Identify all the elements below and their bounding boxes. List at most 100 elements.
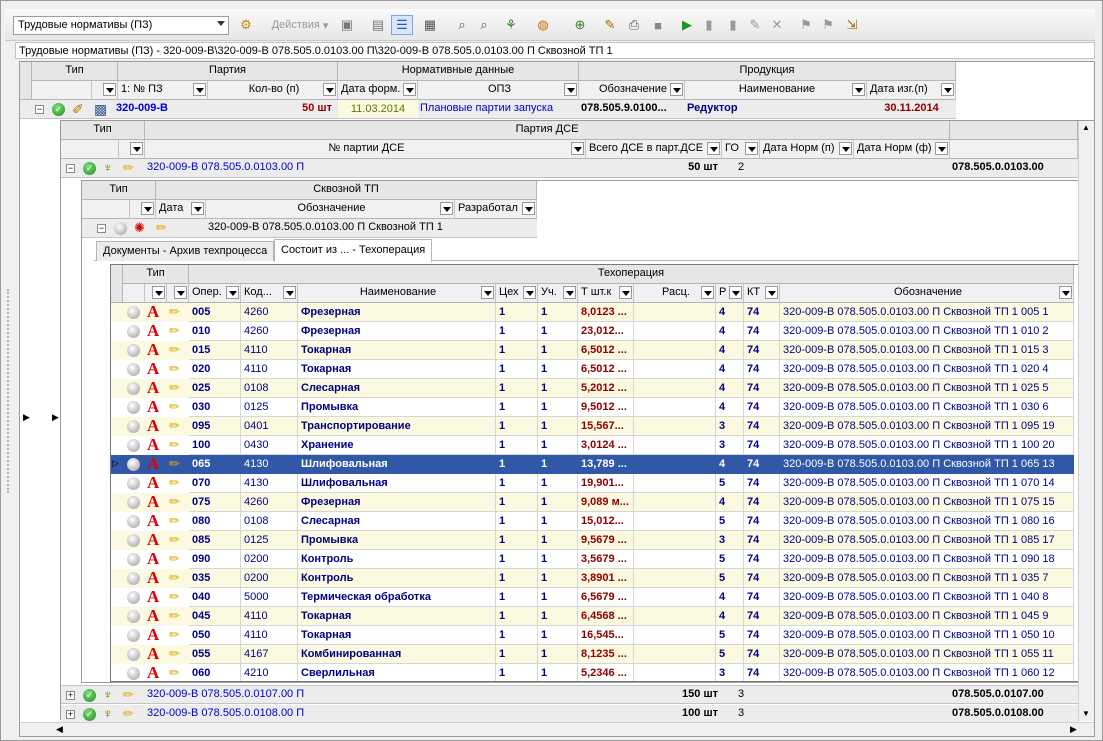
- op-cell-shop[interactable]: 1: [496, 417, 538, 436]
- op-cell-r[interactable]: 3: [716, 436, 744, 455]
- dse-filter-2[interactable]: [119, 140, 145, 159]
- op-cell-kt[interactable]: 74: [744, 360, 780, 379]
- op-cell-name[interactable]: Транспортирование: [298, 417, 496, 436]
- ops-col-calc[interactable]: Расц.: [634, 284, 716, 303]
- operation-row[interactable]: A ✏ 050 4110 Токарная 1 1 16,545... 5 74 320-009-В…: [111, 626, 1074, 645]
- tp-filter-2[interactable]: [130, 200, 156, 219]
- op-cell-name[interactable]: Шлифовальная: [298, 455, 496, 474]
- search-next-icon[interactable]: ⌕: [475, 15, 493, 35]
- op-cell-r[interactable]: 3: [716, 417, 744, 436]
- party-row[interactable]: − ✓ ✐ ▩ 320-009-В 50 шт 11.03.2014 Плано…: [20, 100, 956, 119]
- op-cell-name[interactable]: Промывка: [298, 398, 496, 417]
- op-cell-oper[interactable]: 035: [189, 569, 241, 588]
- op-cell-calc[interactable]: [634, 398, 716, 417]
- op-cell-oper[interactable]: 020: [189, 360, 241, 379]
- op-cell-t[interactable]: 6,5679 ...: [578, 588, 634, 607]
- ops-col-oper[interactable]: Опер.: [189, 284, 241, 303]
- operation-row[interactable]: A ✏ 025 0108 Слесарная 1 1 5,2012 ... 4 74 320-009…: [111, 379, 1074, 398]
- op-cell-r[interactable]: 4: [716, 455, 744, 474]
- op-cell-kt[interactable]: 74: [744, 322, 780, 341]
- op-cell-des[interactable]: 320-009-В 078.505.0.0103.00 П Сквозной Т…: [780, 626, 1074, 645]
- tab-documents[interactable]: Документы - Архив техпроцесса: [96, 241, 275, 261]
- op-cell-oper[interactable]: 065: [189, 455, 241, 474]
- op-cell-code[interactable]: 0200: [241, 569, 298, 588]
- exit-icon[interactable]: ⇲: [842, 15, 862, 35]
- op-cell-r[interactable]: 4: [716, 322, 744, 341]
- filter-qty[interactable]: Кол-во (п): [208, 81, 338, 100]
- op-cell-calc[interactable]: [634, 303, 716, 322]
- op-cell-calc[interactable]: [634, 626, 716, 645]
- vertical-scrollbar[interactable]: ▲ ▼: [1078, 121, 1094, 721]
- op-cell-oper[interactable]: 015: [189, 341, 241, 360]
- op-cell-calc[interactable]: [634, 588, 716, 607]
- op-cell-r[interactable]: 3: [716, 531, 744, 550]
- op-cell-sect[interactable]: 1: [538, 664, 578, 681]
- op-cell-name[interactable]: Токарная: [298, 626, 496, 645]
- tp-filter-date[interactable]: Дата: [156, 200, 206, 219]
- op-cell-des[interactable]: 320-009-В 078.505.0.0103.00 П Сквозной Т…: [780, 436, 1074, 455]
- filter-type-1[interactable]: [32, 81, 92, 100]
- op-cell-sect[interactable]: 1: [538, 588, 578, 607]
- op-cell-kt[interactable]: 74: [744, 588, 780, 607]
- op-cell-des[interactable]: 320-009-В 078.505.0.0103.00 П Сквозной Т…: [780, 664, 1074, 681]
- op-cell-code[interactable]: 4110: [241, 360, 298, 379]
- op-cell-shop[interactable]: 1: [496, 455, 538, 474]
- op-cell-oper[interactable]: 095: [189, 417, 241, 436]
- op-cell-t[interactable]: 15,012...: [578, 512, 634, 531]
- op-cell-t[interactable]: 9,5012 ...: [578, 398, 634, 417]
- op-cell-kt[interactable]: 74: [744, 493, 780, 512]
- tab-operations[interactable]: Состоит из ... - Техоперация: [274, 239, 433, 262]
- operation-row[interactable]: A ✏ 085 0125 Промывка 1 1 9,5679 ... 3 74 320-009-…: [111, 531, 1074, 550]
- grid-view-icon[interactable]: ☰: [391, 15, 413, 35]
- op-cell-r[interactable]: 5: [716, 474, 744, 493]
- ops-filter-3[interactable]: [167, 284, 189, 303]
- op-cell-kt[interactable]: 74: [744, 436, 780, 455]
- op-cell-r[interactable]: 3: [716, 664, 744, 681]
- op-cell-name[interactable]: Термическая обработка: [298, 588, 496, 607]
- op-cell-t[interactable]: 5,2012 ...: [578, 379, 634, 398]
- op-cell-oper[interactable]: 075: [189, 493, 241, 512]
- op-cell-sect[interactable]: 1: [538, 417, 578, 436]
- op-cell-code[interactable]: 4110: [241, 341, 298, 360]
- dse-filter-go[interactable]: ГО: [722, 140, 760, 159]
- op-cell-code[interactable]: 4210: [241, 664, 298, 681]
- flag2-icon[interactable]: ⚑: [819, 15, 837, 35]
- op-cell-shop[interactable]: 1: [496, 588, 538, 607]
- layout-icon[interactable]: ▦: [418, 15, 442, 35]
- op-cell-kt[interactable]: 74: [744, 512, 780, 531]
- op-cell-des[interactable]: 320-009-В 078.505.0.0103.00 П Сквозной Т…: [780, 550, 1074, 569]
- op-cell-r[interactable]: 5: [716, 512, 744, 531]
- op-cell-r[interactable]: 4: [716, 379, 744, 398]
- op-cell-t[interactable]: 16,545...: [578, 626, 634, 645]
- op-cell-name[interactable]: Контроль: [298, 550, 496, 569]
- export-icon[interactable]: ✎: [601, 15, 619, 35]
- op-cell-code[interactable]: 4260: [241, 493, 298, 512]
- op-cell-sect[interactable]: 1: [538, 550, 578, 569]
- op-cell-code[interactable]: 4260: [241, 303, 298, 322]
- op-cell-calc[interactable]: [634, 379, 716, 398]
- ops-filter-2[interactable]: [145, 284, 167, 303]
- tp-row[interactable]: − ✺ ✏ 320-009-В 078.505.0.0103.00 П Скво…: [82, 219, 537, 238]
- operation-row[interactable]: A ✏ 080 0108 Слесарная 1 1 15,012... 5 74 320-009-…: [111, 512, 1074, 531]
- filter-date-form[interactable]: Дата форм.: [338, 81, 418, 100]
- delete-icon[interactable]: ✕: [768, 15, 786, 35]
- op-cell-shop[interactable]: 1: [496, 474, 538, 493]
- op-cell-shop[interactable]: 1: [496, 512, 538, 531]
- op-cell-shop[interactable]: 1: [496, 493, 538, 512]
- op-cell-des[interactable]: 320-009-В 078.505.0.0103.00 П Сквозной Т…: [780, 474, 1074, 493]
- op-cell-shop[interactable]: 1: [496, 436, 538, 455]
- op-cell-des[interactable]: 320-009-В 078.505.0.0103.00 П Сквозной Т…: [780, 512, 1074, 531]
- filter-type-2[interactable]: [92, 81, 118, 100]
- op-cell-kt[interactable]: 74: [744, 531, 780, 550]
- print-icon[interactable]: ⎙: [625, 15, 643, 35]
- op-cell-t[interactable]: 15,567...: [578, 417, 634, 436]
- op-cell-sect[interactable]: 1: [538, 379, 578, 398]
- op-cell-sect[interactable]: 1: [538, 645, 578, 664]
- tp-filter-designation[interactable]: Обозначение: [206, 200, 455, 219]
- paste-icon[interactable]: ▤: [369, 15, 387, 35]
- op-cell-calc[interactable]: [634, 455, 716, 474]
- play-icon[interactable]: ▶: [678, 15, 696, 35]
- scroll-left-icon[interactable]: ◀: [56, 724, 63, 735]
- op-cell-code[interactable]: 0125: [241, 531, 298, 550]
- op-cell-sect[interactable]: 1: [538, 322, 578, 341]
